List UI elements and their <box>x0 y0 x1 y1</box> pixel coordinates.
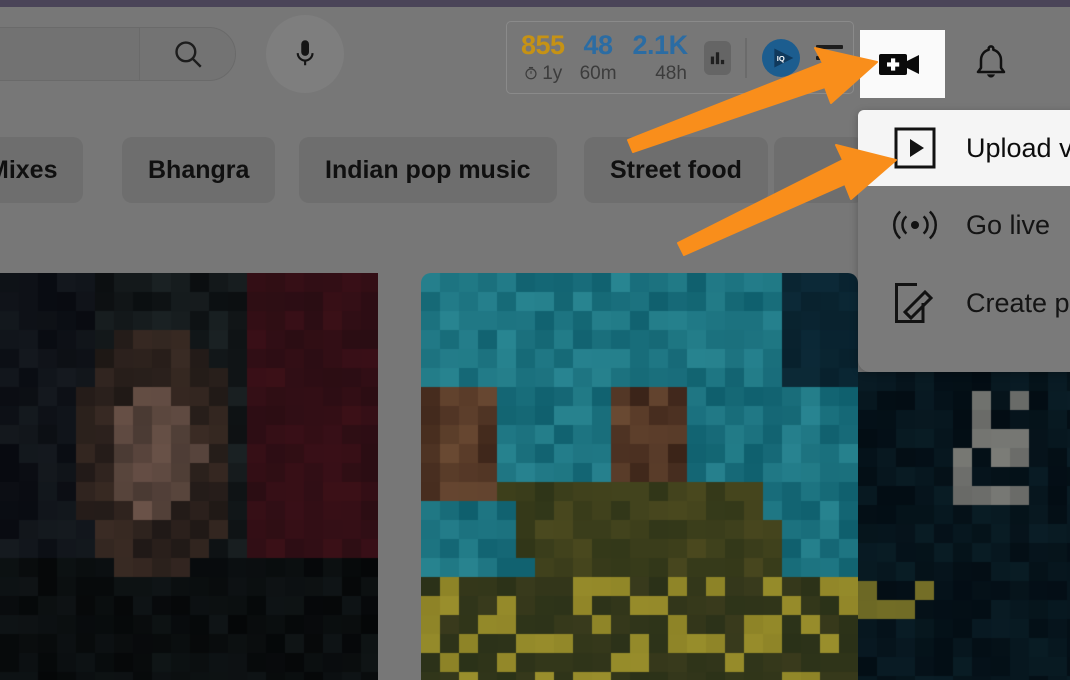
play-square-icon <box>892 125 938 171</box>
stat-item-1: 48 60m <box>579 30 617 84</box>
chip-partial[interactable] <box>774 137 864 203</box>
stat-value: 2.1K <box>632 30 689 60</box>
svg-text:IQ: IQ <box>776 53 784 62</box>
stat-value: 855 <box>521 30 565 60</box>
analytics-button[interactable] <box>703 40 731 75</box>
voice-search-button[interactable] <box>266 15 344 93</box>
pencil-square-icon <box>892 280 938 326</box>
stats-widget: 855 1y 48 60m 2.1K 48h IQ <box>506 21 854 94</box>
chip-mixes[interactable]: Mixes <box>0 137 84 203</box>
header-bar: 855 1y 48 60m 2.1K 48h IQ <box>0 7 1070 102</box>
hamburger-menu-button[interactable] <box>815 44 843 71</box>
bar-chart-icon <box>710 52 724 65</box>
chip-bhangra[interactable]: Bhangra <box>122 137 276 203</box>
chip-street-food[interactable]: Street food <box>584 137 768 203</box>
top-browser-strip <box>0 0 1070 7</box>
menu-item-go-live[interactable]: Go live <box>858 186 1070 264</box>
stat-sublabel: 48h <box>655 63 687 84</box>
search-input[interactable] <box>0 28 139 80</box>
chip-label: Street food <box>610 155 742 184</box>
create-dropdown-menu: Upload v Go live Create p <box>858 110 1070 372</box>
search-icon <box>174 41 202 68</box>
iq-badge[interactable]: IQ <box>761 38 800 77</box>
chip-label: Bhangra <box>148 155 250 184</box>
iq-play-icon: IQ <box>773 48 793 67</box>
menu-item-label: Go live <box>966 209 1051 240</box>
stat-sublabel: 60m <box>579 63 617 84</box>
notifications-button[interactable] <box>962 35 1020 93</box>
stats-divider <box>744 37 747 78</box>
video-thumbnail-3[interactable] <box>858 372 1070 680</box>
menu-item-upload-video[interactable]: Upload v <box>858 110 1070 186</box>
chip-label: Mixes <box>0 155 58 184</box>
video-thumbnail-1[interactable] <box>0 273 378 680</box>
create-button[interactable] <box>860 30 945 98</box>
broadcast-icon <box>892 202 938 248</box>
timer-icon <box>525 66 537 80</box>
hamburger-line <box>815 55 843 60</box>
menu-item-label: Create p <box>966 287 1070 318</box>
chip-indian-pop-music[interactable]: Indian pop music <box>299 137 557 203</box>
stat-value: 48 <box>583 30 614 60</box>
video-thumbnail-2[interactable] <box>421 273 858 680</box>
bell-icon <box>976 45 1006 78</box>
hamburger-line <box>815 66 843 71</box>
video-camera-plus-icon <box>878 54 919 75</box>
menu-item-create-post[interactable]: Create p <box>858 264 1070 342</box>
menu-item-label: Upload v <box>966 132 1070 163</box>
chip-label: Indian pop music <box>325 155 531 184</box>
app-root: 855 1y 48 60m 2.1K 48h IQ ixes Bhangra I… <box>0 0 1070 680</box>
search-button[interactable] <box>139 28 235 80</box>
stat-item-0: 855 1y <box>521 30 565 84</box>
search-bar[interactable] <box>0 27 236 81</box>
microphone-icon <box>296 40 314 66</box>
hamburger-line <box>815 44 843 49</box>
stat-sublabel: 1y <box>523 64 562 83</box>
stat-item-2: 2.1K 48h <box>632 30 689 84</box>
